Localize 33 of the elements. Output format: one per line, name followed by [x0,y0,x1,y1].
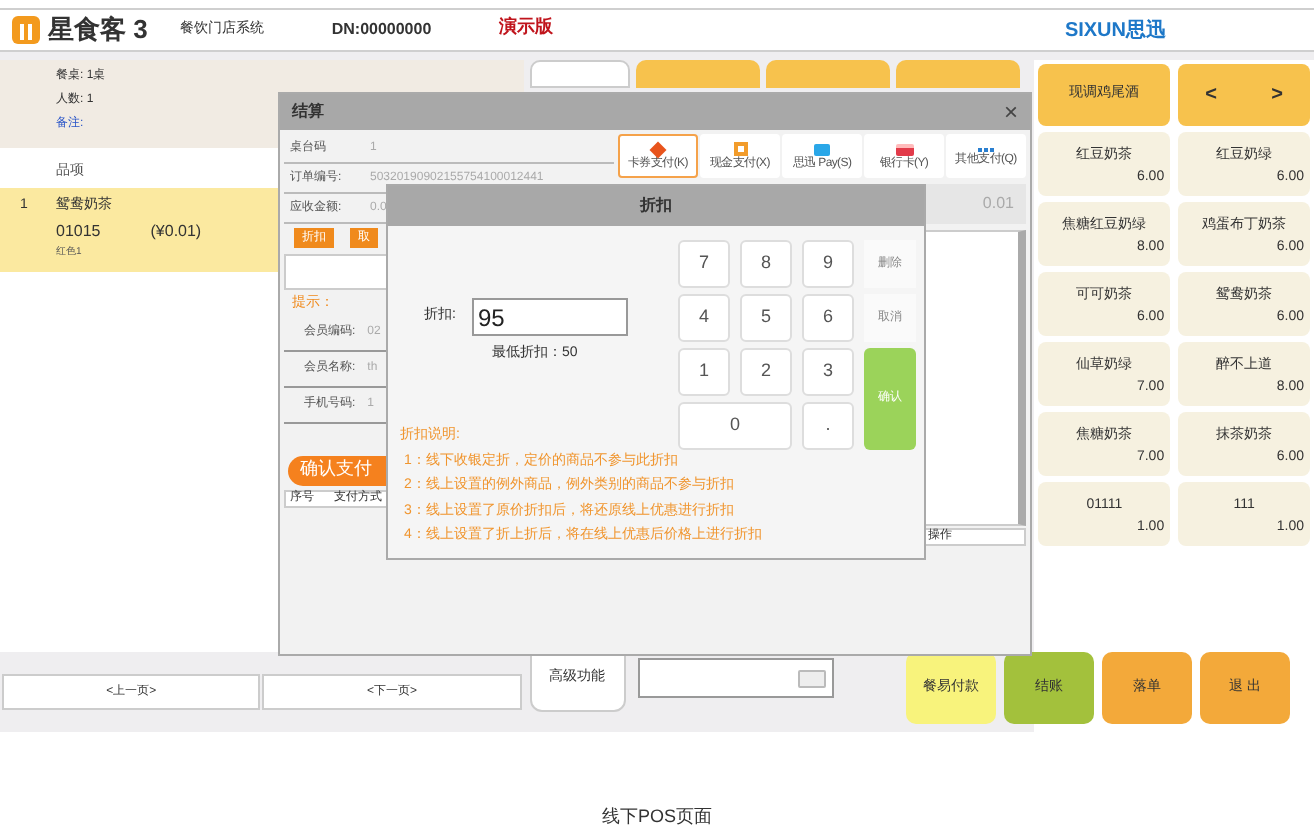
keypad-button[interactable]: 4 [678,294,730,342]
item-code: 01015 [56,219,101,243]
keypad-button[interactable]: 8 [740,240,792,288]
pay-icon [814,143,830,155]
keypad-button[interactable]: 7 [678,240,730,288]
keypad-button[interactable]: 0 [678,402,792,450]
app-name: 星食客 3 [48,12,148,49]
nav-button[interactable]: > [1263,80,1291,110]
page-caption: 线下POS页面 [599,804,714,830]
discount-input[interactable]: 95 [471,298,628,336]
function-tab[interactable] [765,60,890,88]
keypad-button[interactable]: 9 [802,240,854,288]
amount-text: 0.01 [982,192,1014,216]
function-tab[interactable] [895,60,1020,88]
bank-card-icon [895,143,913,155]
keypad-button[interactable]: 2 [740,348,792,396]
dialog-title: 折扣 [640,194,672,218]
item-price: (¥0.01) [150,219,202,243]
function-tab[interactable] [635,60,760,88]
nav-button[interactable]: < [1197,80,1225,110]
device-number: DN:00000000 [331,18,432,42]
keypad-button[interactable]: 6 [802,294,854,342]
edition-label: 演示版 [499,16,554,43]
keyboard-icon [797,669,826,687]
keypad-button[interactable]: 3 [802,348,854,396]
keypad-button[interactable]: . [802,402,854,450]
keypad-button[interactable]: 1 [678,348,730,396]
dialog-title: 结算 [292,100,324,124]
function-tab[interactable] [529,60,630,88]
close-button[interactable]: × [1003,94,1018,130]
keypad-button[interactable]: 5 [740,294,792,342]
keyboard-input-field[interactable] [637,658,834,698]
brand-logo: SIXUN思迅 [1064,17,1166,45]
